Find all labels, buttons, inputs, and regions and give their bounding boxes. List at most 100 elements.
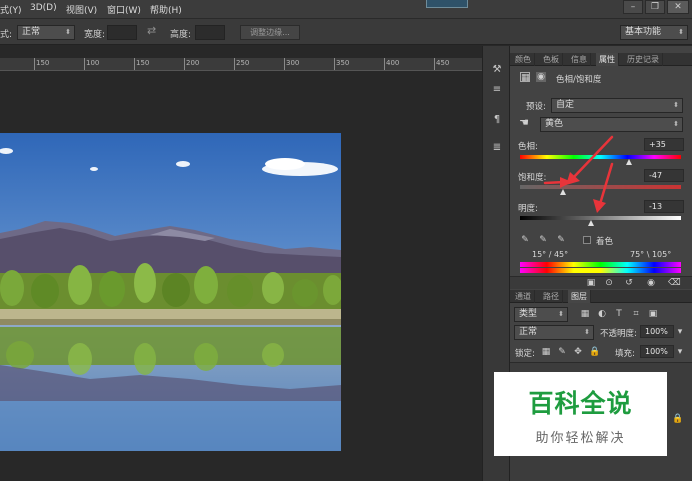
on-image-adjust-hand-icon[interactable]: ☚ (519, 117, 529, 128)
width-label: 宽度: (84, 30, 106, 40)
eyedropper-icon[interactable]: ✎ (520, 235, 530, 245)
options-bar: 式: 正常 ⬍ 宽度: ⇄ 高度: 调整边缘... 基本功能 ⬍ (0, 19, 692, 45)
hue-input[interactable]: +35 (644, 138, 684, 151)
filter-shape-icon[interactable]: ⌗ (631, 309, 641, 319)
menu-item-help[interactable]: 帮助(H) (150, 3, 182, 16)
updown-arrow-icon: ⬍ (673, 120, 679, 128)
hue-slider-thumb[interactable] (626, 159, 633, 165)
saturation-input[interactable]: -47 (644, 169, 684, 182)
filter-type-icon[interactable]: T (614, 309, 624, 319)
workspace-select[interactable]: 基本功能 ⬍ (620, 25, 688, 40)
saturation-slider-thumb[interactable] (560, 189, 567, 195)
tab-properties[interactable]: 属性 (596, 53, 619, 66)
minimize-button[interactable]: – (623, 0, 643, 14)
hue-slider-track[interactable] (520, 155, 681, 159)
tab-layers[interactable]: 图层 (568, 290, 591, 303)
layer-lock-icon: 🔒 (672, 414, 684, 424)
color-range-bar-bottom[interactable] (520, 268, 681, 273)
eyedropper-plus-icon[interactable]: ✎ (538, 235, 548, 245)
updown-arrow-icon: ⬍ (673, 101, 679, 109)
menu-bar: 式(Y) 3D(D) 视图(V) 窗口(W) 帮助(H) – ❐ ✕ (0, 0, 692, 19)
tab-swatches[interactable]: 色板 (540, 53, 563, 66)
color-range-bar-top (520, 262, 681, 267)
hue-label: 色相: (518, 142, 538, 152)
updown-arrow-icon: ⬍ (678, 28, 684, 36)
range-right-label: 75° \ 105° (630, 250, 672, 259)
channel-select[interactable]: 黄色 ⬍ (540, 117, 683, 132)
swap-arrows-icon[interactable]: ⇄ (147, 24, 156, 37)
tab-history[interactable]: 历史记录 (624, 53, 663, 66)
menu-item-type[interactable]: 式(Y) (0, 3, 22, 16)
ruler-tick: 300 (286, 59, 300, 67)
lock-transparent-icon[interactable]: ▦ (541, 347, 551, 357)
reset-icon[interactable]: ↺ (624, 278, 634, 288)
tab-color[interactable]: 颜色 (512, 53, 535, 66)
preset-label: 预设: (526, 102, 546, 112)
opacity-input[interactable]: 100% (640, 325, 674, 338)
layer-filter-select[interactable]: 类型 ⬍ (514, 307, 568, 322)
app-status-thumbnail (426, 0, 468, 8)
preset-select[interactable]: 自定 ⬍ (551, 98, 683, 113)
filter-smart-object-icon[interactable]: ▣ (648, 309, 658, 319)
updown-arrow-icon: ⬍ (558, 310, 564, 318)
updown-arrow-icon: ⬍ (584, 328, 590, 336)
chevron-down-icon[interactable]: ▾ (675, 347, 685, 357)
fill-input[interactable]: 100% (640, 345, 674, 358)
lightness-slider-thumb[interactable] (587, 220, 594, 226)
mode-label: 式: (0, 30, 13, 40)
adjustments-icon[interactable]: ≣ (490, 142, 504, 154)
ruler-tick: 450 (436, 59, 450, 67)
lightness-label: 明度: (518, 204, 538, 214)
fill-label: 填充: (615, 349, 635, 359)
lock-label: 锁定: (515, 349, 535, 359)
filter-pixel-icon[interactable]: ▦ (580, 309, 590, 319)
adjustment-layer-icon: ▦ (520, 72, 530, 83)
ruler-tick: 250 (236, 59, 250, 67)
lightness-input[interactable]: -13 (644, 200, 684, 213)
preset-value: 自定 (556, 100, 575, 110)
watermark-subtitle: 助你轻松解决 (535, 431, 626, 446)
lightness-slider-track[interactable] (520, 216, 681, 220)
blend-mode-select[interactable]: 正常 ⬍ (514, 325, 594, 340)
watermark-logo: 百科全说 助你轻松解决 (494, 372, 667, 456)
tab-info[interactable]: 信息 (568, 53, 591, 66)
brush-settings-icon[interactable]: ≡ (490, 84, 504, 96)
height-input[interactable] (195, 25, 225, 40)
restore-button[interactable]: ❐ (645, 0, 665, 14)
clip-to-layer-icon[interactable]: ▣ (586, 278, 596, 288)
tab-paths[interactable]: 路径 (540, 290, 563, 303)
trash-icon[interactable]: ⌫ (668, 278, 681, 288)
menu-item-3d[interactable]: 3D(D) (30, 3, 57, 13)
lock-image-icon[interactable]: ✎ (557, 347, 567, 357)
colorize-checkbox[interactable] (583, 236, 591, 244)
view-previous-icon[interactable]: ⊙ (604, 278, 614, 288)
menu-item-window[interactable]: 窗口(W) (107, 3, 141, 16)
updown-arrow-icon: ⬍ (65, 28, 71, 36)
mode-select[interactable]: 正常 ⬍ (17, 25, 75, 40)
mode-value: 正常 (22, 27, 41, 37)
opacity-label: 不透明度: (600, 329, 637, 339)
landscape-photo (0, 133, 341, 451)
ruler-tick: 150 (36, 59, 50, 67)
close-button[interactable]: ✕ (667, 0, 689, 14)
tab-channels[interactable]: 通道 (512, 290, 535, 303)
eyedropper-minus-icon[interactable]: ✎ (556, 235, 566, 245)
lock-all-icon[interactable]: 🔒 (589, 347, 600, 357)
chevron-down-icon[interactable]: ▾ (675, 327, 685, 337)
properties-footer: ▣ ⊙ ↺ ◉ ⌫ (510, 276, 692, 289)
saturation-label: 饱和度: (518, 173, 547, 183)
refine-edge-button[interactable]: 调整边缘... (240, 25, 300, 40)
range-left-label: 15° / 45° (532, 250, 569, 259)
tool-presets-icon[interactable]: ⚒ (490, 64, 504, 76)
saturation-slider-track[interactable] (520, 185, 681, 189)
ruler-tick: 350 (336, 59, 350, 67)
adjust-icon[interactable]: ¶ (490, 114, 504, 126)
width-input[interactable] (107, 25, 137, 40)
layers-tab-bar: 通道 路径 图层 (510, 290, 692, 303)
menu-item-view[interactable]: 视图(V) (66, 3, 97, 16)
horizontal-ruler[interactable]: 150 100 150 200 250 300 350 400 450 (0, 58, 482, 71)
visibility-icon[interactable]: ◉ (646, 278, 656, 288)
ruler-tick: 400 (386, 59, 400, 67)
lock-position-icon[interactable]: ✥ (573, 347, 583, 357)
filter-adjustment-icon[interactable]: ◐ (597, 309, 607, 319)
